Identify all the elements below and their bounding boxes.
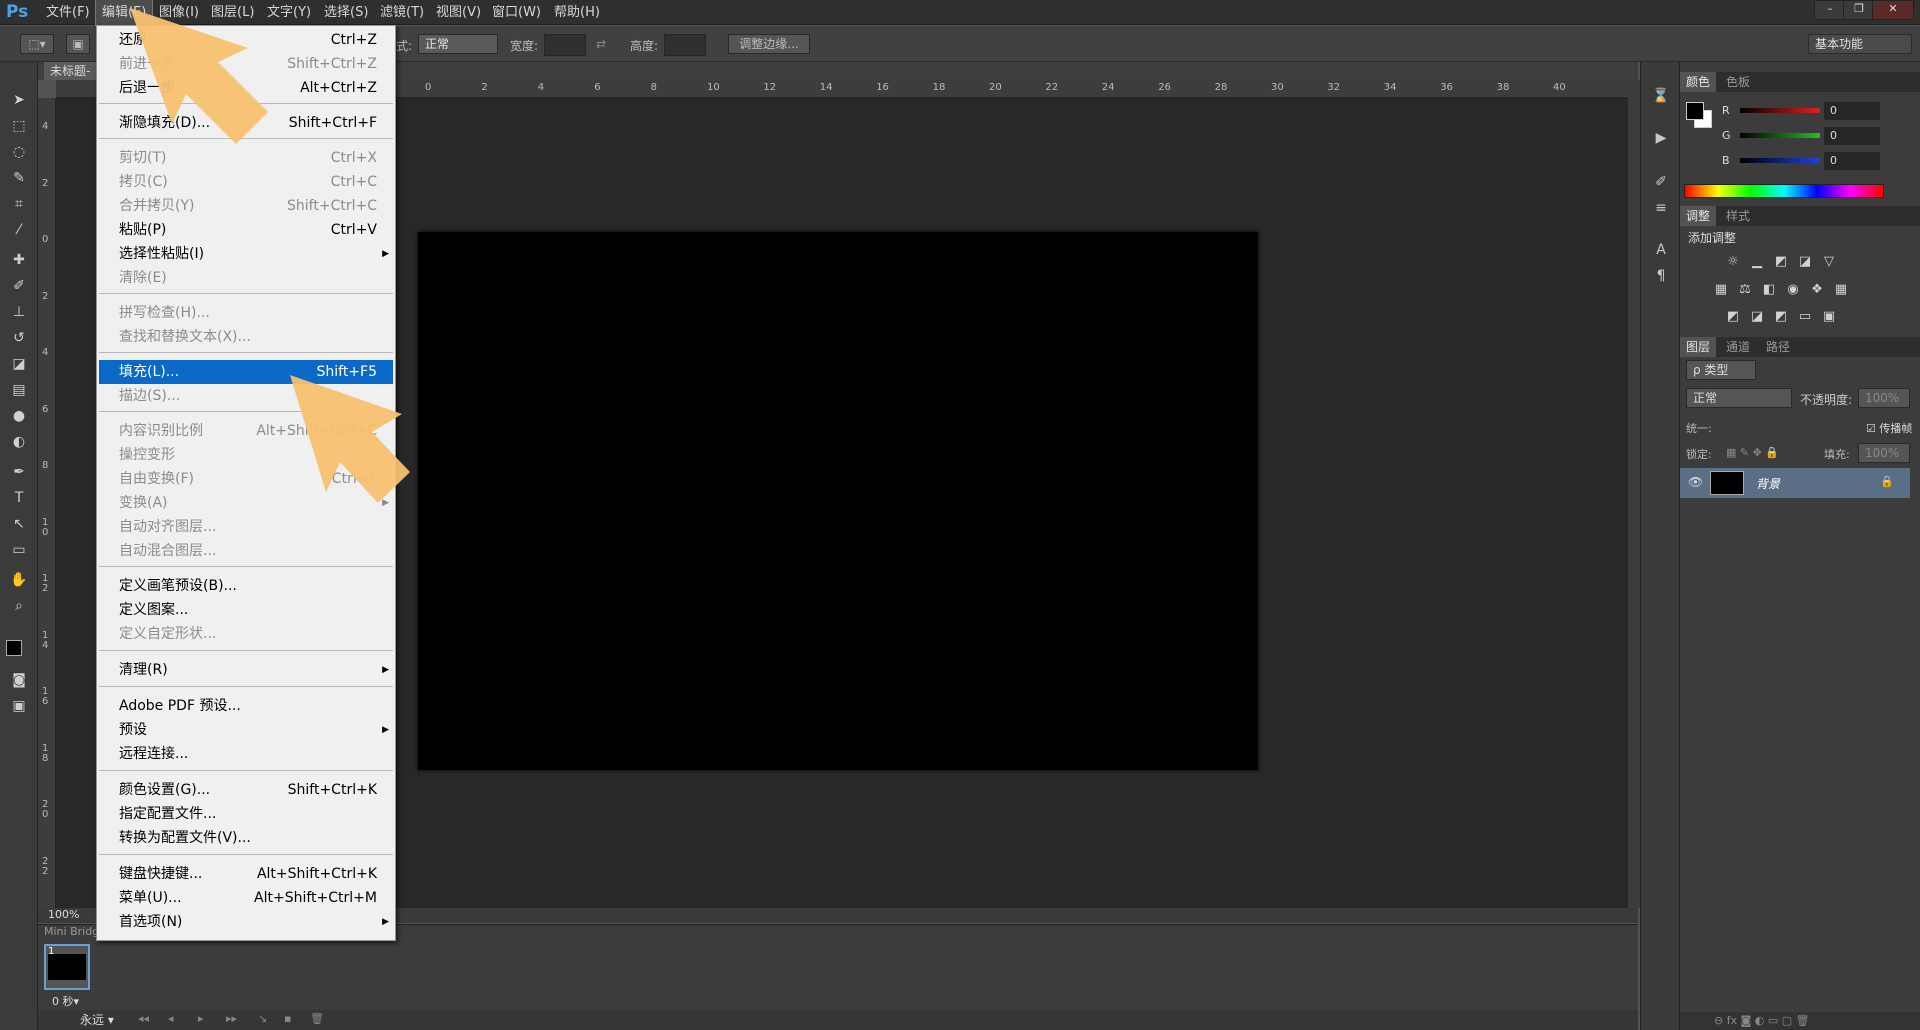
annotation-arrow-fill-icon — [290, 375, 410, 503]
color-foreground-swatch[interactable] — [1686, 102, 1704, 120]
annotation-arrow-top-icon — [130, 8, 268, 144]
annotation-arrows — [130, 8, 410, 503]
